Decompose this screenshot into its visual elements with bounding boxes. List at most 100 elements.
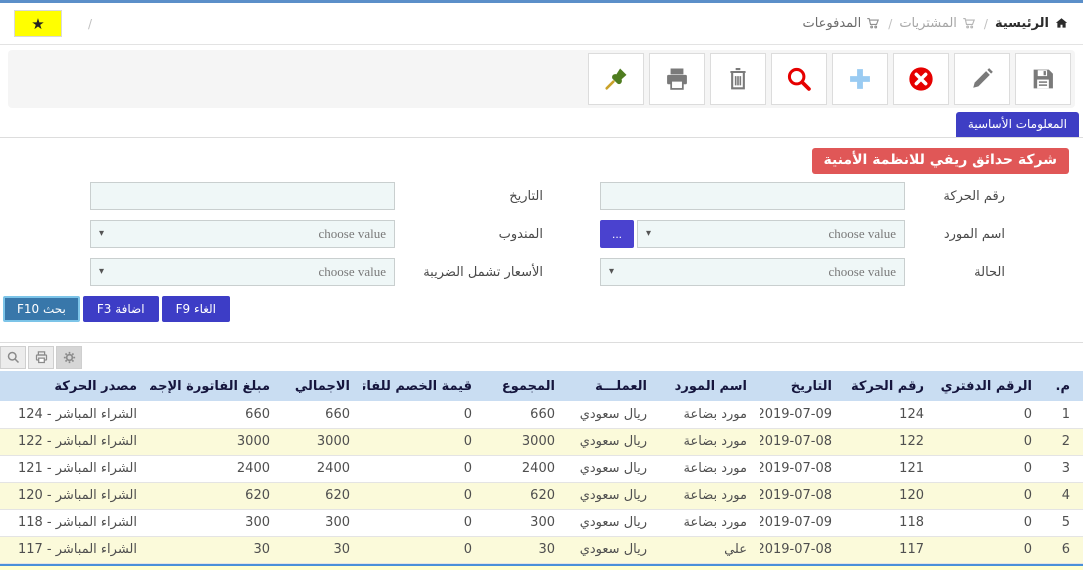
pushpin-icon — [602, 65, 630, 93]
table-print-button[interactable] — [28, 346, 54, 369]
pencil-icon — [968, 65, 996, 93]
chevron-down-icon: ▾ — [99, 228, 104, 239]
table-cell: الشراء المباشر - 121 — [0, 455, 150, 482]
table-row[interactable]: 601172019-07-08عليريال سعودي3003030الشرا… — [0, 536, 1083, 563]
save-button[interactable] — [1015, 53, 1071, 105]
column-header[interactable]: قيمة الخصم للفاتورة — [363, 371, 485, 401]
table-cell: الشراء المباشر - 122 — [0, 428, 150, 455]
table-cell: 0 — [937, 455, 1045, 482]
breadcrumb-home[interactable]: الرئيسية — [995, 16, 1069, 31]
table-row[interactable]: 301212019-07-08مورد بضاعةريال سعودي24000… — [0, 455, 1083, 482]
table-row[interactable]: 501182019-07-09مورد بضاعةريال سعودي30003… — [0, 509, 1083, 536]
table-row[interactable]: 201222019-07-08مورد بضاعةريال سعودي30000… — [0, 428, 1083, 455]
table-cell: 0 — [937, 401, 1045, 428]
table-cell: 620 — [485, 482, 568, 509]
field-control-prices_incl_tax: choose value ▾ — [90, 258, 395, 286]
breadcrumb-item-purchases[interactable]: المشتريات — [899, 16, 977, 31]
table-cell: 2400 — [283, 455, 363, 482]
chevron-down-icon: ▾ — [99, 266, 104, 277]
add-action-button[interactable]: اضافة F3 — [83, 296, 159, 322]
table-cell: 2019-07-08 — [760, 428, 845, 455]
supplier_name-select[interactable]: choose value▾ — [637, 220, 905, 248]
table-cell: ريال سعودي — [568, 482, 660, 509]
selected-value: choose value — [318, 264, 394, 280]
cancel-button[interactable] — [893, 53, 949, 105]
column-header[interactable]: التاريخ — [760, 371, 845, 401]
breadcrumb-item-payments[interactable]: المدفوعات — [802, 16, 881, 31]
table-cell: ريال سعودي — [568, 536, 660, 563]
selected-value: choose value — [828, 264, 904, 280]
favorite-separator: / — [88, 17, 92, 31]
table-cell: مورد بضاعة — [660, 509, 760, 536]
column-header[interactable]: م. — [1045, 371, 1083, 401]
tab-row: المعلومات الأساسية — [0, 108, 1083, 137]
search-button[interactable] — [771, 53, 827, 105]
column-header[interactable]: رقم الحركة — [845, 371, 937, 401]
table-cell: 117 — [845, 536, 937, 563]
table-cell: 0 — [937, 509, 1045, 536]
column-header[interactable]: العملـــة — [568, 371, 660, 401]
table-cell: 2400 — [485, 455, 568, 482]
star-icon: ★ — [31, 15, 44, 33]
print-button[interactable] — [649, 53, 705, 105]
chevron-down-icon: ▾ — [646, 228, 651, 239]
favorite-star-button[interactable]: ★ — [14, 10, 62, 37]
column-header[interactable]: اسم المورد — [660, 371, 760, 401]
table-settings-button[interactable] — [56, 346, 82, 369]
table-cell: الشراء المباشر - 117 — [0, 536, 150, 563]
table-footer-strip — [0, 566, 1083, 570]
table-cell: 0 — [363, 401, 485, 428]
delegate-select[interactable]: choose value▾ — [90, 220, 395, 248]
search-action-button[interactable]: بحث F10 — [3, 296, 80, 322]
field-label-prices_incl_tax: الأسعار تشمل الضريبة — [395, 265, 600, 280]
table-search-button[interactable] — [0, 346, 26, 369]
status-select[interactable]: choose value▾ — [600, 258, 905, 286]
table-cell: 0 — [363, 455, 485, 482]
field-label-supplier_name: اسم المورد — [905, 227, 1005, 242]
tab-basic-info[interactable]: المعلومات الأساسية — [956, 112, 1079, 137]
breadcrumb-payments-label: المدفوعات — [802, 16, 861, 31]
table-cell: 30 — [150, 536, 283, 563]
magnifier-icon — [6, 350, 21, 365]
cancel-action-button[interactable]: الغاء F9 — [162, 296, 230, 322]
table-cell: 2019-07-08 — [760, 536, 845, 563]
column-header[interactable]: الاجمالي — [283, 371, 363, 401]
field-label-movement_number: رقم الحركة — [905, 189, 1005, 204]
table-cell: 620 — [283, 482, 363, 509]
date-input[interactable] — [90, 182, 395, 210]
form-panel: شركة حدائق ريفي للانظمة الأمنية رقم الحر… — [0, 137, 1083, 343]
table-cell: علي — [660, 536, 760, 563]
column-header[interactable]: الرقم الدفتري — [937, 371, 1045, 401]
field-control-supplier_name: choose value▾... — [600, 220, 905, 248]
edit-button[interactable] — [954, 53, 1010, 105]
column-header[interactable]: المجموع — [485, 371, 568, 401]
table-cell: 3000 — [150, 428, 283, 455]
table-row[interactable]: 401202019-07-08مورد بضاعةريال سعودي62006… — [0, 482, 1083, 509]
table-cell: 0 — [937, 428, 1045, 455]
table-row[interactable]: 101242019-07-09مورد بضاعةريال سعودي66006… — [0, 401, 1083, 428]
table-cell: 122 — [845, 428, 937, 455]
form-fields: رقم الحركةالتاريخاسم الموردchoose value▾… — [0, 182, 1005, 286]
favorite-zone: / ★ — [14, 10, 92, 37]
column-header[interactable]: مبلغ الفاتورة الإجمالي — [150, 371, 283, 401]
table-cell: 118 — [845, 509, 937, 536]
add-button[interactable] — [832, 53, 888, 105]
prices_incl_tax-select[interactable]: choose value ▾ — [90, 258, 395, 286]
supplier_name-more-button[interactable]: ... — [600, 220, 634, 248]
table-cell: 0 — [363, 509, 485, 536]
table-cell: 121 — [845, 455, 937, 482]
cart-icon — [962, 16, 977, 31]
field-label-delegate: المندوب — [395, 227, 600, 242]
breadcrumb-home-label: الرئيسية — [995, 16, 1049, 31]
table-cell: الشراء المباشر - 120 — [0, 482, 150, 509]
gear-icon — [62, 350, 77, 365]
column-header[interactable]: مصدر الحركة — [0, 371, 150, 401]
field-control-status: choose value▾ — [600, 258, 905, 286]
pin-button[interactable] — [588, 53, 644, 105]
breadcrumb-bar: الرئيسية / المشتريات / المدفوعات / ★ — [0, 3, 1083, 45]
table-cell: مورد بضاعة — [660, 401, 760, 428]
movement_number-input[interactable] — [600, 182, 905, 210]
field-group-prices_incl_tax: الأسعار تشمل الضريبةchoose value ▾ — [90, 258, 600, 286]
delete-button[interactable] — [710, 53, 766, 105]
form-row: اسم الموردchoose value▾...المندوبchoose … — [0, 220, 1005, 248]
